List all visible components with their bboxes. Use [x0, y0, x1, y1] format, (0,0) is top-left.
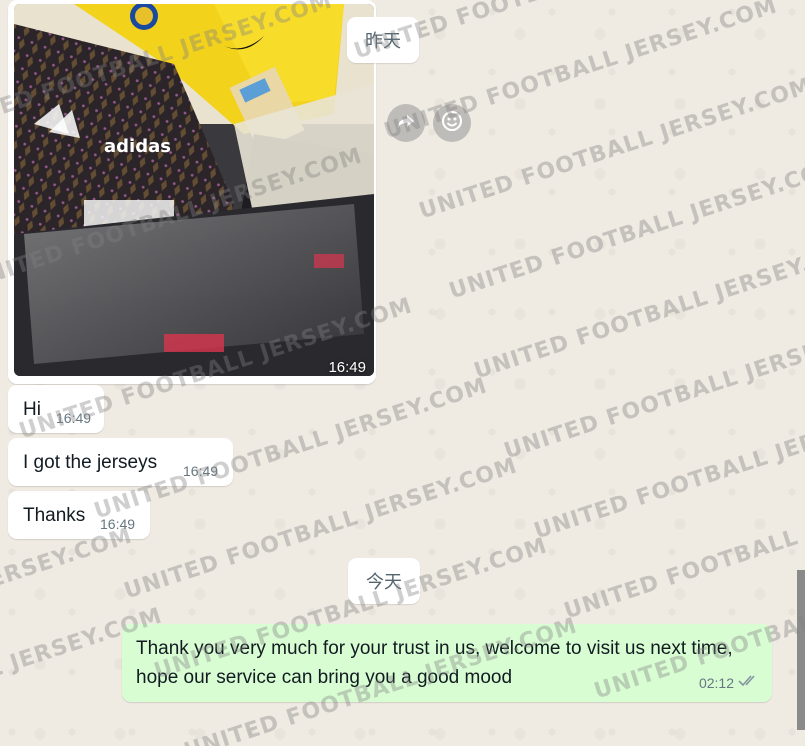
message-time: 16:49 [183, 463, 219, 479]
message-meta: 02:12 [699, 673, 760, 692]
scrollbar-thumb[interactable] [797, 570, 805, 730]
message-bubble-outgoing[interactable]: Thank you very much for your trust in us… [122, 624, 772, 702]
message-bubble-incoming[interactable]: Thanks 16:49 [8, 491, 150, 539]
date-separator-today: 今天 [348, 558, 420, 604]
message-text: Thanks [23, 505, 86, 526]
message-text: I got the jerseys [23, 452, 158, 473]
message-time: 16:49 [56, 410, 92, 426]
message-text: Hi [23, 399, 41, 420]
message-text: Thank you very much for your trust in us… [136, 638, 733, 688]
message-time: 02:12 [698, 674, 734, 691]
forward-icon [396, 111, 416, 136]
jersey-photo[interactable]: adidas [14, 4, 374, 376]
double-check-icon [738, 673, 760, 692]
emoji-icon [441, 110, 463, 137]
date-separator-yesterday: 昨天 [347, 17, 419, 63]
forward-button[interactable] [387, 104, 425, 142]
photo-timestamp: 16:49 [328, 359, 366, 376]
message-time: 16:49 [100, 516, 136, 532]
photo-message[interactable]: adidas 16:49 [8, 0, 376, 384]
date-label: 今天 [366, 572, 402, 593]
date-label: 昨天 [365, 31, 401, 52]
adidas-logo-text: adidas [104, 136, 171, 157]
emoji-button[interactable] [433, 104, 471, 142]
message-bubble-incoming[interactable]: I got the jerseys 16:49 [8, 438, 233, 486]
message-bubble-incoming[interactable]: Hi 16:49 [8, 385, 104, 433]
